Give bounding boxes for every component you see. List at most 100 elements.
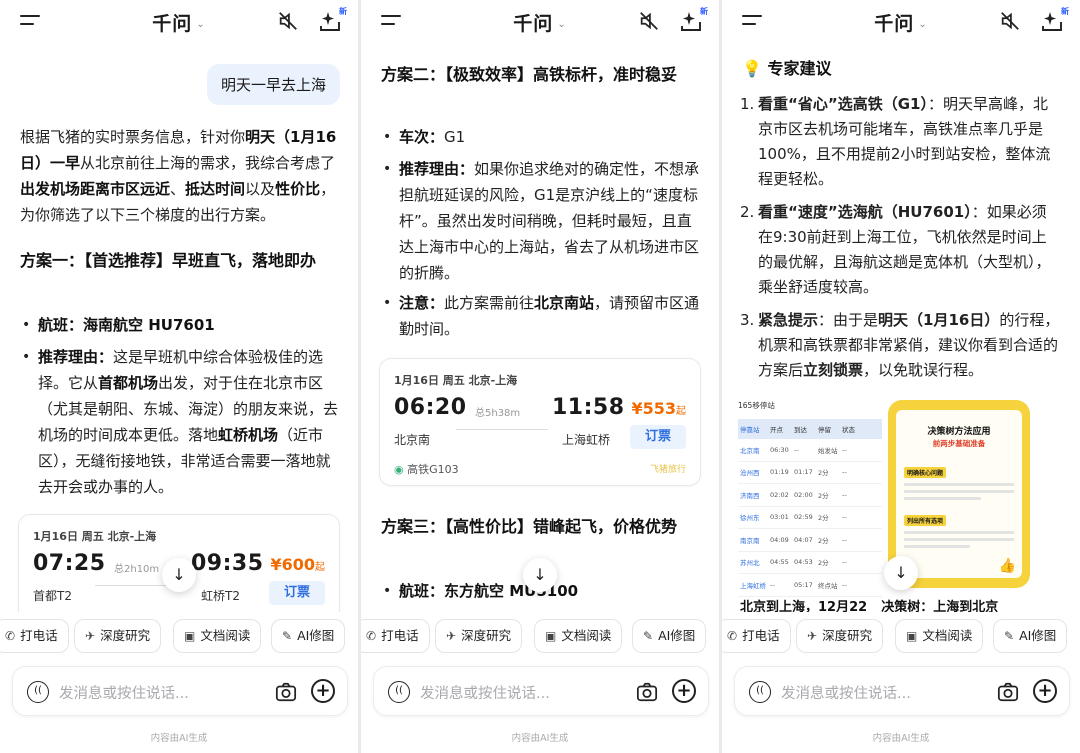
advice-title: 💡 专家建议 bbox=[742, 59, 832, 78]
new-badge: 新 bbox=[1061, 7, 1069, 16]
train-card[interactable]: 1月16日 周五 北京-上海 06:20 总5h38m 11:58 北京南 上海… bbox=[379, 358, 701, 486]
timetable-thumbnail[interactable]: 165移停站 停靠站 开点 到达 停留 状态 北京南 06:30 -- 始发站 -- 沧州西 01… bbox=[738, 400, 882, 597]
mute-icon[interactable] bbox=[638, 10, 660, 32]
message-input[interactable]: 发消息或按住说话... bbox=[59, 682, 189, 703]
quick-actions: ✆ 打电话 ✈ 深度研究 ▣ 文档阅读 ✎ AI修图 bbox=[361, 619, 719, 653]
quick-action-doc[interactable]: ▣ 文档阅读 bbox=[895, 619, 984, 653]
advice-item-3: 3. 紧急提示：由于是明天（1月16日）的行程，机票和高铁票都非常紧俏，建议你看到… bbox=[740, 311, 1060, 379]
panel-expert-advice: 千问 ⌄ 新 💡 专家建议 1. 看重“省心”选高铁（G1）：明天早高峰，北京市区… bbox=[722, 0, 1080, 753]
arrow-down-icon: ↓ bbox=[172, 565, 186, 584]
arrow-down-icon: ↓ bbox=[894, 563, 908, 582]
plan-one-title: 方案一：【首选推荐】早班直飞，落地即办 bbox=[20, 251, 317, 270]
ai-footer: 内容由AI生成 bbox=[150, 733, 208, 744]
new-badge: 新 bbox=[700, 7, 708, 16]
research-icon: ✈ bbox=[85, 629, 96, 643]
new-badge: 新 bbox=[339, 7, 347, 16]
quick-action-research[interactable]: ✈ 深度研究 bbox=[435, 619, 523, 653]
train-tag: ◉ 高铁G103 bbox=[394, 463, 459, 476]
quick-action-research[interactable]: ✈ 深度研究 bbox=[796, 619, 884, 653]
user-message: 明天一早去上海 bbox=[206, 64, 340, 105]
scroll-down-button[interactable]: ↓ bbox=[162, 558, 196, 592]
top-bar: 千问 ⌄ 新 bbox=[361, 0, 719, 44]
departure-place: 首都T2 bbox=[33, 589, 72, 603]
plus-icon[interactable]: + bbox=[672, 679, 696, 703]
timetable-header: 停靠站 开点 到达 停留 状态 bbox=[738, 419, 882, 439]
camera-icon[interactable] bbox=[997, 681, 1019, 703]
duration: 总5h38m bbox=[475, 408, 521, 419]
quick-action-ai-edit[interactable]: ✎ AI修图 bbox=[632, 619, 707, 653]
message-input-bar: (( 发消息或按住说话... + bbox=[12, 666, 348, 716]
app-title[interactable]: 千问 ⌄ bbox=[361, 9, 719, 36]
scroll-down-button[interactable]: ↓ bbox=[884, 556, 918, 590]
plan-two-train: 车次：G1 bbox=[381, 124, 701, 150]
route-line bbox=[456, 429, 548, 430]
app-title[interactable]: 千问 ⌄ bbox=[0, 9, 358, 36]
phone-icon: ✆ bbox=[366, 629, 377, 643]
camera-icon[interactable] bbox=[275, 681, 297, 703]
quick-actions: ✆ 打电话 ✈ 深度研究 ▣ 文档阅读 ✎ AI修图 bbox=[722, 619, 1080, 653]
plan-two-reason: 推荐理由：如果你追求绝对的确定性，不想承担航班延误的风险，G1是京沪线上的“速度… bbox=[381, 156, 701, 286]
message-input[interactable]: 发消息或按住说话... bbox=[420, 682, 550, 703]
timetable-row: 苏州北 04:55 04:53 2分 -- bbox=[738, 552, 882, 574]
poster-block: 列出所有选项 bbox=[904, 508, 1014, 548]
timetable-row: 北京南 06:30 -- 始发站 -- bbox=[738, 439, 882, 462]
quick-action-phone[interactable]: ✆ 打电话 bbox=[0, 619, 69, 653]
phone-icon: ✆ bbox=[5, 629, 16, 643]
image-edit-icon: ✎ bbox=[643, 629, 654, 643]
voice-icon[interactable]: (( bbox=[749, 681, 771, 703]
quick-action-doc[interactable]: ▣ 文档阅读 bbox=[534, 619, 623, 653]
ai-footer: 内容由AI生成 bbox=[872, 733, 930, 744]
quick-action-ai-edit[interactable]: ✎ AI修图 bbox=[993, 619, 1068, 653]
voice-icon[interactable]: (( bbox=[388, 681, 410, 703]
research-icon: ✈ bbox=[807, 629, 818, 643]
duration: 总2h10m bbox=[114, 564, 160, 575]
message-input-bar: (( 发消息或按住说话... + bbox=[373, 666, 709, 716]
panel-plan-two: 千问 ⌄ 新 方案二：【极致效率】高铁标杆，准时稳妥 车次：G1 推荐理由：如果… bbox=[361, 0, 719, 753]
book-ticket-button[interactable]: 订票 bbox=[630, 425, 686, 449]
plan-three-title: 方案三：【高性价比】错峰起飞，价格优势 bbox=[381, 517, 678, 536]
arrow-down-icon: ↓ bbox=[533, 565, 547, 584]
quick-action-research[interactable]: ✈ 深度研究 bbox=[74, 619, 162, 653]
message-input-bar: (( 发消息或按住说话... + bbox=[734, 666, 1070, 716]
plan-two-title: 方案二：【极致效率】高铁标杆，准时稳妥 bbox=[381, 65, 678, 84]
new-chat-button[interactable]: 新 bbox=[1039, 7, 1069, 34]
lightbulb-icon: 💡 bbox=[742, 59, 762, 78]
timetable-row: 南京南 04:09 04:07 2分 -- bbox=[738, 529, 882, 552]
quick-action-ai-edit[interactable]: ✎ AI修图 bbox=[271, 619, 346, 653]
departure-time: 07:25 bbox=[33, 551, 106, 576]
departure-place: 北京南 bbox=[394, 433, 431, 447]
arrival-place: 虹桥T2 bbox=[201, 589, 240, 603]
app-title[interactable]: 千问 ⌄ bbox=[722, 9, 1080, 36]
image-captions: 北京到上海，12月22 决策树：上海到北京 bbox=[740, 600, 999, 612]
quick-action-phone[interactable]: ✆ 打电话 bbox=[361, 619, 430, 653]
chat-content: 明天一早去上海 根据飞猪的实时票务信息，针对你明天（1月16日）一早从北京前往上… bbox=[0, 52, 358, 612]
poster-sheet: 决策树方法应用 前两步基础准备 明确核心问题 列出所有选项 👍 bbox=[896, 410, 1022, 578]
mute-icon[interactable] bbox=[999, 10, 1021, 32]
card-header: 1月16日 周五 北京-上海 bbox=[33, 530, 157, 543]
price: ¥600起 bbox=[270, 555, 325, 574]
camera-icon[interactable] bbox=[636, 681, 658, 703]
doc-icon: ▣ bbox=[184, 629, 196, 643]
voice-icon[interactable]: (( bbox=[27, 681, 49, 703]
quick-action-phone[interactable]: ✆ 打电话 bbox=[722, 619, 791, 653]
message-input[interactable]: 发消息或按住说话... bbox=[781, 682, 911, 703]
ai-footer: 内容由AI生成 bbox=[511, 733, 569, 744]
book-ticket-button[interactable]: 订票 bbox=[269, 581, 325, 605]
research-icon: ✈ bbox=[446, 629, 457, 643]
plus-icon[interactable]: + bbox=[1033, 679, 1057, 703]
scroll-down-button[interactable]: ↓ bbox=[523, 558, 557, 592]
plan-one-reason: 推荐理由：这是早班机中综合体验极佳的选择。它从首都机场出发，对于住在北京市区（尤… bbox=[20, 344, 340, 500]
new-chat-button[interactable]: 新 bbox=[678, 7, 708, 34]
plus-icon[interactable]: + bbox=[311, 679, 335, 703]
quick-actions: ✆ 打电话 ✈ 深度研究 ▣ 文档阅读 ✎ AI修图 bbox=[0, 619, 358, 653]
new-chat-button[interactable]: 新 bbox=[317, 7, 347, 34]
advice-item-1: 1. 看重“省心”选高铁（G1）：明天早高峰，北京市区去机场可能堵车，高铁准点率几… bbox=[740, 95, 1051, 188]
quick-action-doc[interactable]: ▣ 文档阅读 bbox=[173, 619, 262, 653]
timetable-title: 165移停站 bbox=[738, 401, 775, 410]
train-icon: ◉ bbox=[394, 463, 408, 476]
plan-one-flight: 航班：海南航空 HU7601 bbox=[20, 312, 340, 338]
intro-paragraph: 根据飞猪的实时票务信息，针对你明天（1月16日）一早从北京前往上海的需求，我综合… bbox=[20, 128, 337, 224]
departure-time: 06:20 bbox=[394, 395, 467, 420]
image-edit-icon: ✎ bbox=[282, 629, 293, 643]
mute-icon[interactable] bbox=[277, 10, 299, 32]
